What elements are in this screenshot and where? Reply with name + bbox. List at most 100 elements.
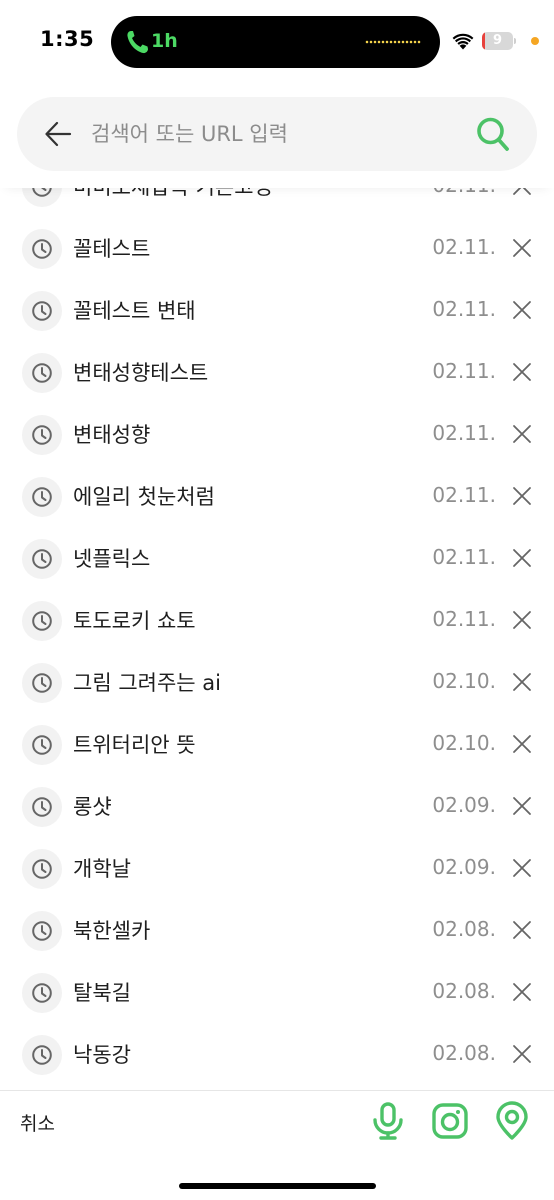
history-date: 02.08. [432, 979, 496, 1003]
clock-icon [32, 1045, 52, 1065]
clock-icon [32, 425, 52, 445]
clock-icon [32, 239, 52, 259]
audio-waveform-icon [365, 40, 421, 44]
privacy-indicator-dot [531, 37, 539, 45]
close-icon[interactable] [512, 734, 532, 754]
history-icon-badge [22, 539, 62, 579]
battery-cap [514, 38, 516, 44]
search-history-list: 비비오세탑복 기본고정02.11.꼴테스트02.11.꼴테스트 변태02.11.… [0, 150, 554, 1090]
history-icon-badge [22, 911, 62, 951]
close-icon[interactable] [512, 300, 532, 320]
search-bar[interactable] [17, 97, 537, 171]
history-item[interactable]: 넷플릭스 02.11. [0, 527, 554, 589]
history-date: 02.11. [432, 359, 496, 383]
close-icon[interactable] [512, 486, 532, 506]
close-icon[interactable] [512, 424, 532, 444]
dynamic-island[interactable]: 1h [111, 16, 440, 68]
history-term: 토도로키 쇼토 [73, 609, 196, 633]
close-icon[interactable] [512, 982, 532, 1002]
phone-icon [127, 31, 148, 54]
history-icon-badge [22, 229, 62, 269]
history-icon-badge [22, 1035, 62, 1075]
history-item[interactable]: 토도로키 쇼토 02.11. [0, 589, 554, 651]
history-date: 02.11. [432, 297, 496, 321]
search-input[interactable] [91, 115, 461, 153]
history-item[interactable]: 꼴테스트 02.11. [0, 217, 554, 279]
home-indicator[interactable] [179, 1183, 376, 1189]
close-icon[interactable] [512, 1044, 532, 1064]
history-item[interactable]: 낙동강 02.08. [0, 1023, 554, 1085]
history-date: 02.08. [432, 917, 496, 941]
clock-icon [32, 859, 52, 879]
close-icon[interactable] [512, 610, 532, 630]
close-icon[interactable] [512, 548, 532, 568]
history-term: 낙동강 [73, 1043, 131, 1067]
clock-icon [32, 921, 52, 941]
call-duration: 1h [151, 30, 178, 52]
location-pin-icon[interactable] [493, 1101, 531, 1141]
close-icon[interactable] [512, 362, 532, 382]
history-item[interactable]: 그림 그려주는 ai 02.10. [0, 651, 554, 713]
arrow-left-icon[interactable] [43, 120, 73, 148]
history-item[interactable]: 롱샷 02.09. [0, 775, 554, 837]
bottom-toolbar: 취소 [0, 1090, 554, 1200]
browser-search-screen: 1:35 1h 9 검색어 또는 URL 입력 꼴테스트 02.11. 꼴테스트… [0, 0, 554, 1200]
camera-lens-icon[interactable] [431, 1101, 469, 1141]
history-item[interactable]: 꼴테스트 변태 02.11. [0, 279, 554, 341]
history-icon-badge [22, 663, 62, 703]
history-term: 롱샷 [73, 795, 112, 819]
cancel-button[interactable]: 취소 [20, 1109, 55, 1136]
history-icon-badge [22, 601, 62, 641]
close-icon[interactable] [512, 238, 532, 258]
history-item[interactable]: 에일리 첫눈처럼 02.11. [0, 465, 554, 527]
history-term: 변태성향 [73, 423, 151, 447]
history-date: 02.10. [432, 731, 496, 755]
history-date: 02.10. [432, 669, 496, 693]
history-item[interactable]: 탈북길 02.08. [0, 961, 554, 1023]
clock-icon [32, 797, 52, 817]
history-term: 에일리 첫눈처럼 [73, 485, 215, 509]
close-icon[interactable] [512, 796, 532, 816]
history-date: 02.11. [432, 483, 496, 507]
clock-icon [32, 301, 52, 321]
history-date: 02.09. [432, 793, 496, 817]
history-term: 꼴테스트 [73, 237, 151, 261]
history-term: 변태성향테스트 [73, 361, 209, 385]
clock-icon [32, 549, 52, 569]
history-icon-badge [22, 787, 62, 827]
history-date: 02.08. [432, 1041, 496, 1065]
status-time: 1:35 [40, 27, 95, 51]
history-date: 02.11. [432, 421, 496, 445]
clock-icon [32, 983, 52, 1003]
clock-icon [32, 487, 52, 507]
battery-indicator: 9 [482, 32, 516, 50]
search-header [0, 84, 554, 188]
history-date: 02.11. [432, 235, 496, 259]
clock-icon [32, 735, 52, 755]
history-icon-badge [22, 725, 62, 765]
history-item[interactable]: 트위터리안 뜻 02.10. [0, 713, 554, 775]
history-term: 꼴테스트 변태 [73, 299, 196, 323]
history-item[interactable]: 개학날 02.09. [0, 837, 554, 899]
history-icon-badge [22, 291, 62, 331]
clock-icon [32, 673, 52, 693]
microphone-icon[interactable] [369, 1101, 407, 1141]
history-icon-badge [22, 477, 62, 517]
clock-icon [32, 363, 52, 383]
close-icon[interactable] [512, 672, 532, 692]
history-date: 02.11. [432, 607, 496, 631]
search-icon[interactable] [475, 115, 511, 153]
battery-level: 9 [492, 33, 503, 48]
history-item[interactable]: 변태성향 02.11. [0, 403, 554, 465]
history-term: 트위터리안 뜻 [73, 733, 196, 757]
close-icon[interactable] [512, 920, 532, 940]
history-icon-badge [22, 849, 62, 889]
history-term: 탈북길 [73, 981, 131, 1005]
close-icon[interactable] [512, 858, 532, 878]
history-term: 넷플릭스 [73, 547, 151, 571]
history-item[interactable]: 북한셀카 02.08. [0, 899, 554, 961]
history-date: 02.09. [432, 855, 496, 879]
history-date: 02.11. [432, 545, 496, 569]
history-term: 북한셀카 [73, 919, 151, 943]
history-item[interactable]: 변태성향테스트 02.11. [0, 341, 554, 403]
